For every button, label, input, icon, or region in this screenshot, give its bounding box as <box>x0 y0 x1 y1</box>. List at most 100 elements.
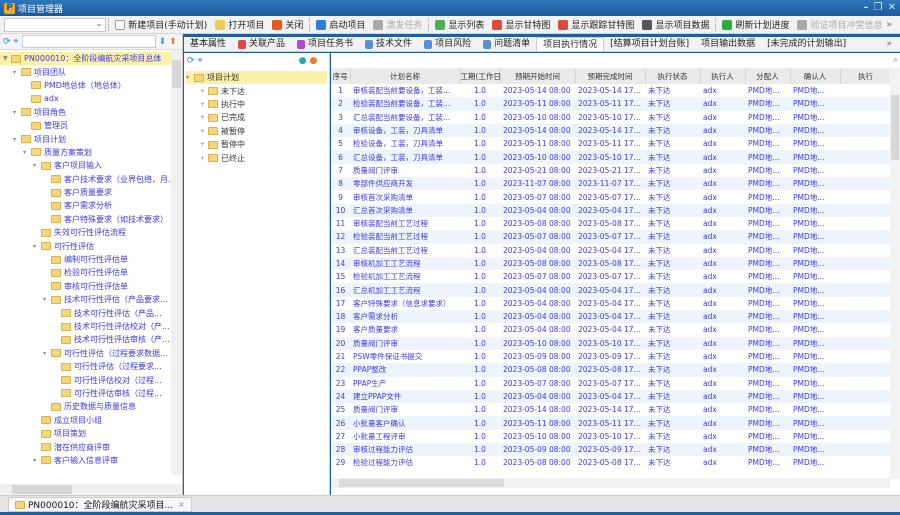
tree-node[interactable]: ▾ 项目计划 <box>0 132 182 145</box>
open-project-tab[interactable]: PN000010：全阶段编航灾采项目... × <box>8 497 192 512</box>
tree-node[interactable]: ▾ 质量方案策划 <box>0 146 182 159</box>
status-tree-node[interactable]: + 暂停中 <box>186 138 327 151</box>
tree-horizontal-scrollbar[interactable] <box>0 484 182 495</box>
tab-1[interactable]: 关联产品 <box>232 37 291 51</box>
tab-2[interactable]: 项目任务书 <box>291 37 359 51</box>
table-row[interactable]: 3 汇总装配当前要设备，工装... 1.0 2023-05-10 08:00 2023-… <box>331 111 891 124</box>
table-row[interactable]: 7 质量阀门评审 1.0 2023-05-21 08:00 2023-05-21 17:… <box>331 164 891 177</box>
search-up-icon[interactable]: ⬆ <box>169 37 177 47</box>
expand-toggle-icon[interactable]: + <box>200 114 208 121</box>
table-row[interactable]: 1 审核装配当前要设备，工装... 1.0 2023-05-14 08:00 2023-… <box>331 84 891 97</box>
table-row[interactable]: 11 审核装配当前工艺过程 1.0 2023-05-08 08:00 2023-05-0… <box>331 217 891 230</box>
expand-toggle-icon[interactable]: ▾ <box>23 149 31 156</box>
tree-node[interactable]: 失效可行性评估流程 <box>0 226 182 239</box>
expand-toggle-icon[interactable]: ▾ <box>13 69 21 76</box>
toolbar-button-5[interactable]: 显示列表 <box>431 17 488 33</box>
close-tab-icon[interactable]: × <box>178 500 185 509</box>
table-row[interactable]: 25 质量阀门评审 1.0 2023-05-14 08:00 2023-05-14 17… <box>331 403 891 416</box>
table-row[interactable]: 6 汇总设备，工装，刀具清单 1.0 2023-05-10 08:00 2023-05-… <box>331 150 891 164</box>
table-row[interactable]: 15 检验机加工工艺流程 1.0 2023-05-07 08:00 2023-05-07… <box>331 270 891 283</box>
grid-horizontal-scrollbar[interactable] <box>331 478 890 488</box>
expand-toggle-icon[interactable]: ▾ <box>33 162 41 169</box>
expand-toggle-icon[interactable]: ▼ <box>3 55 11 62</box>
tree-node[interactable]: ▾ 客户输入信息评审 <box>0 454 182 467</box>
toolbar-button-9[interactable]: 刷新计划进度 <box>718 17 793 33</box>
column-header[interactable]: 工期(工作日) <box>460 69 501 84</box>
table-row[interactable]: 27 小批量工程评审 1.0 2023-05-10 08:00 2023-05-10 1… <box>331 430 891 443</box>
expand-toggle-icon[interactable]: ▾ <box>186 74 194 81</box>
tree-node[interactable]: 检验可行性评估单 <box>0 266 182 279</box>
close-window-button[interactable]: ✕ <box>888 2 896 13</box>
table-row[interactable]: 21 PSW零件保证书提交 1.0 2023-05-09 08:00 2023-05-0… <box>331 350 891 363</box>
search-up-icon[interactable]: ● <box>309 56 317 66</box>
expand-toggle-icon[interactable]: ▾ <box>43 350 51 357</box>
expand-toggle-icon[interactable]: + <box>200 155 208 162</box>
tree-search-input[interactable] <box>21 35 156 48</box>
tree-node[interactable]: ▾ 项目角色 <box>0 106 182 119</box>
column-header[interactable]: 分配人 <box>745 69 791 84</box>
tree-node[interactable]: adx <box>0 92 182 105</box>
status-tree-root[interactable]: ▾ 项目计划 <box>186 71 327 85</box>
table-row[interactable]: 24 建立PPAP文件 1.0 2023-05-04 08:00 2023-05-04 … <box>331 389 891 404</box>
tab-9[interactable]: [未完成的计划输出] <box>761 37 852 51</box>
expand-toggle-icon[interactable]: ▾ <box>13 109 21 116</box>
tree-node[interactable]: ▾ 项目团队 <box>0 65 182 78</box>
toolbar-button-6[interactable]: 显示甘特图 <box>488 17 554 33</box>
table-row[interactable]: 10 汇总首次采购清单 1.0 2023-05-04 08:00 2023-05-04 … <box>331 203 891 217</box>
table-row[interactable]: 26 小批量客户确认 1.0 2023-05-11 08:00 2023-05-11 1… <box>331 416 891 430</box>
expand-toggle-icon[interactable]: + <box>200 128 208 135</box>
expand-toggle-icon[interactable]: + <box>200 141 208 148</box>
table-row[interactable]: 29 检验过程能力评估 1.0 2023-05-08 08:00 2023-05-08 … <box>331 456 891 469</box>
table-row[interactable]: 8 零部件供应商开发 1.0 2023-11-07 08:00 2023-11-07 1… <box>331 177 891 191</box>
column-header[interactable]: 预期完成时间 <box>575 69 646 84</box>
grid-vertical-scrollbar[interactable] <box>890 69 900 479</box>
toolbar-overflow-icon[interactable]: » <box>886 20 892 30</box>
tree-node[interactable]: 历史数据与质量信息 <box>0 400 182 413</box>
column-header[interactable]: 计划名称 <box>350 69 461 84</box>
table-row[interactable]: 9 审核首次采购清单 1.0 2023-05-07 08:00 2023-05-07 1… <box>331 190 891 203</box>
tree-node[interactable]: ▾ 技术可行性评估（产品要求... <box>0 293 182 306</box>
column-header[interactable]: 执行人 <box>700 69 746 84</box>
refresh-icon[interactable]: ⟳ <box>187 56 195 66</box>
toolbar-button-1[interactable]: 打开项目 <box>211 17 268 33</box>
status-search-input[interactable] <box>205 54 296 68</box>
toolbar-button-10[interactable]: 验证项目冲突信息 <box>793 17 886 33</box>
tree-node[interactable]: ▼ PN000010：全阶段编航灾采项目总体 <box>0 52 182 66</box>
table-row[interactable]: 20 质量阀门评审 1.0 2023-05-10 08:00 2023-05-10 17… <box>331 336 891 350</box>
tabs-overflow-icon[interactable]: » <box>886 39 892 49</box>
tree-node[interactable]: 管理员 <box>0 119 182 132</box>
toolbar-button-8[interactable]: 显示项目数据 <box>638 17 713 33</box>
status-tree-node[interactable]: + 未下达 <box>186 84 327 97</box>
tree-node[interactable]: 客户质量要求 <box>0 186 182 199</box>
tree-node[interactable]: 项目策划 <box>0 427 182 440</box>
tab-5[interactable]: 问题清单 <box>477 37 536 51</box>
table-row[interactable]: 2 检验装配当前要设备，工装... 1.0 2023-05-11 08:00 2023-… <box>331 97 891 111</box>
tree-node[interactable]: 可行性评估审核（过程... <box>0 387 182 400</box>
tree-node[interactable]: ▾ 可行性评估（过程要求数据... <box>0 347 182 360</box>
column-header[interactable]: 确认人 <box>790 69 841 84</box>
locate-icon[interactable]: ⌖ <box>198 56 203 66</box>
status-tree-node[interactable]: + 已完成 <box>186 111 327 124</box>
toolbar-button-4[interactable]: 激发任务 <box>369 17 426 33</box>
toolbar-button-0[interactable]: 新建项目(手动计划) <box>111 17 211 33</box>
tree-node[interactable]: 潜在供应商评审 <box>0 440 182 453</box>
tree-node[interactable]: 客户需求分析 <box>0 199 182 212</box>
locate-icon[interactable]: ⌖ <box>14 37 19 47</box>
tab-7[interactable]: [结算项目计划台账] <box>604 37 695 51</box>
tab-0[interactable]: 基本属性 <box>184 37 232 51</box>
expand-toggle-icon[interactable]: ▾ <box>13 136 21 143</box>
toolbar-button-2[interactable]: 关闭 <box>268 17 307 33</box>
tree-node[interactable]: 审核可行性评估单 <box>0 280 182 293</box>
table-row[interactable]: 14 审核机加工工艺流程 1.0 2023-05-08 08:00 2023-05-08… <box>331 256 891 271</box>
table-row[interactable]: 17 客户特殊要求（信息求要求） 1.0 2023-05-04 08:00 2023-0… <box>331 297 891 310</box>
search-down-icon[interactable]: ● <box>299 56 307 66</box>
status-tree-node[interactable]: + 执行中 <box>186 98 327 111</box>
expand-toggle-icon[interactable]: ▾ <box>33 243 41 250</box>
column-header[interactable]: 序号 <box>331 69 351 84</box>
tree-vertical-scrollbar[interactable] <box>171 50 182 475</box>
expand-toggle-icon[interactable]: ▾ <box>33 457 41 464</box>
tree-node[interactable]: ▾ 可行性评估 <box>0 239 182 252</box>
status-tree-node[interactable]: + 被暂停 <box>186 125 327 138</box>
tree-node[interactable]: 技术可行性评估（产品... <box>0 306 182 319</box>
status-tree-node[interactable]: + 已终止 <box>186 151 327 164</box>
